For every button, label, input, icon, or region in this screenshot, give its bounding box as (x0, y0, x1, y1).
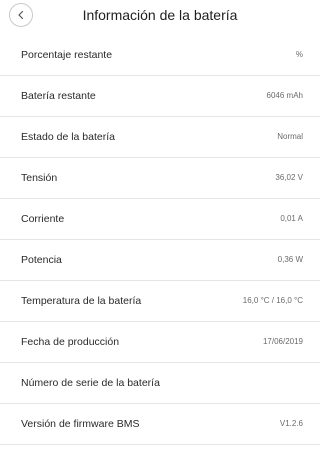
row-value: 36,02 V (275, 173, 303, 182)
row-value: Normal (277, 132, 303, 141)
row-remaining-percentage: Porcentaje restante % (0, 35, 320, 76)
row-battery-temperature: Temperatura de la batería 16,0 °C / 16,0… (0, 281, 320, 322)
row-label: Porcentaje restante (21, 49, 113, 61)
row-value: 0,36 W (277, 255, 303, 264)
row-value: 6046 mAh (266, 91, 303, 100)
row-value: 16,0 °C / 16,0 °C (242, 296, 303, 305)
back-button[interactable] (9, 3, 33, 27)
chevron-left-icon (18, 10, 24, 20)
row-battery-serial-number: Número de serie de la batería (0, 363, 320, 404)
row-label: Temperatura de la batería (21, 295, 142, 307)
row-label: Tensión (21, 172, 58, 184)
row-label: Batería restante (21, 90, 96, 102)
row-value: V1.2.6 (279, 419, 303, 428)
row-current: Corriente 0,01 A (0, 199, 320, 240)
row-label: Versión de firmware BMS (21, 418, 140, 430)
row-label: Corriente (21, 213, 65, 225)
row-label: Potencia (21, 254, 62, 266)
row-production-date: Fecha de producción 17/06/2019 (0, 322, 320, 363)
row-value: % (295, 50, 303, 59)
battery-info-screen: Información de la batería Porcentaje res… (0, 0, 320, 465)
row-label: Fecha de producción (21, 336, 120, 348)
header-bar: Información de la batería (0, 0, 320, 30)
row-power: Potencia 0,36 W (0, 240, 320, 281)
row-voltage: Tensión 36,02 V (0, 158, 320, 199)
row-remaining-capacity: Batería restante 6046 mAh (0, 76, 320, 117)
page-title: Información de la batería (82, 7, 238, 23)
row-battery-status: Estado de la batería Normal (0, 117, 320, 158)
row-label: Estado de la batería (21, 131, 115, 143)
row-value: 0,01 A (280, 214, 303, 223)
row-value: 17/06/2019 (262, 337, 303, 346)
row-label: Número de serie de la batería (21, 377, 160, 389)
row-bms-firmware-version: Versión de firmware BMS V1.2.6 (0, 404, 320, 445)
battery-info-list: Porcentaje restante % Batería restante 6… (0, 35, 320, 445)
